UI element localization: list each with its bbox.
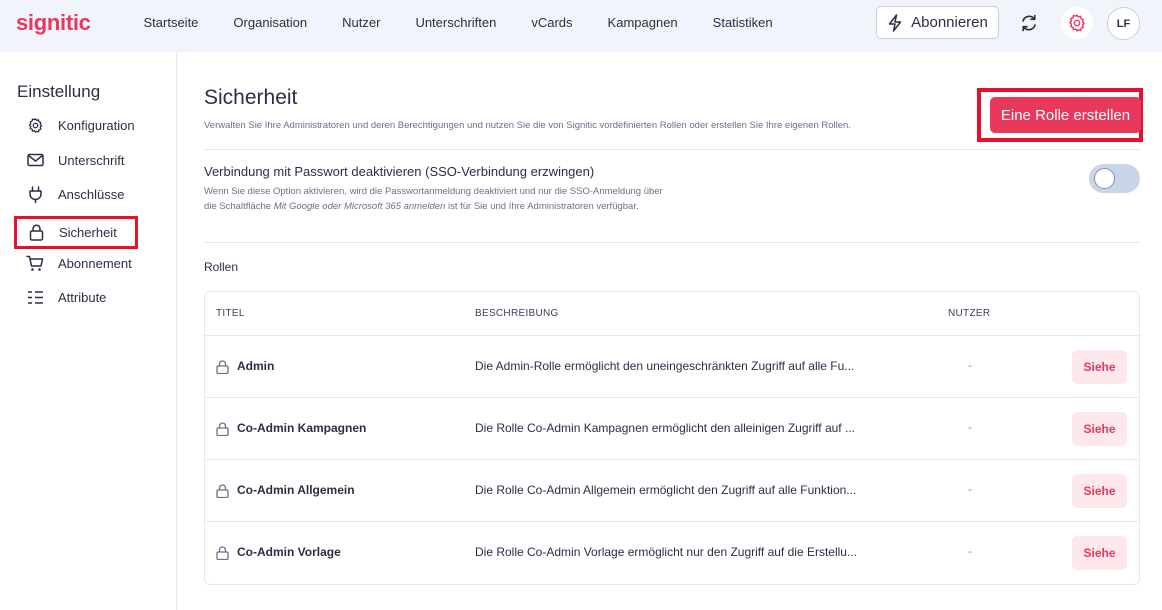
- sidebar-item-anschluesse[interactable]: Anschlüsse: [17, 180, 137, 208]
- sidebar-item-konfiguration[interactable]: Konfiguration: [17, 111, 137, 139]
- gear-icon: [1069, 14, 1085, 32]
- nav-organisation[interactable]: Organisation: [216, 15, 325, 30]
- view-role-button[interactable]: Siehe: [1072, 350, 1127, 384]
- sidebar-item-label: Sicherheit: [59, 225, 117, 240]
- sidebar-item-sicherheit[interactable]: Sicherheit: [14, 216, 138, 249]
- roles-section-label: Rollen: [204, 260, 239, 274]
- divider: [204, 242, 1140, 243]
- table-row: Co-Admin Kampagnen Die Rolle Co-Admin Ka…: [205, 397, 1139, 459]
- create-role-button[interactable]: Eine Rolle erstellen: [990, 97, 1141, 133]
- sso-option-description: Wenn Sie diese Option aktivieren, wird d…: [204, 184, 664, 214]
- role-description: Die Admin-Rolle ermöglicht den uneingesc…: [475, 359, 855, 373]
- role-title: Co-Admin Vorlage: [237, 545, 341, 559]
- sidebar-item-label: Attribute: [58, 289, 107, 305]
- subscribe-button[interactable]: Abonnieren: [876, 6, 999, 39]
- sso-option-title: Verbindung mit Passwort deaktivieren (SS…: [204, 164, 595, 179]
- nav-nutzer[interactable]: Nutzer: [325, 15, 398, 30]
- role-users: -: [968, 420, 972, 434]
- subscribe-label: Abonnieren: [911, 14, 988, 31]
- roles-table: TITEL BESCHREIBUNG NUTZER Admin Die Admi…: [204, 291, 1140, 585]
- role-users: -: [968, 544, 972, 558]
- view-role-button[interactable]: Siehe: [1072, 474, 1127, 508]
- sso-toggle[interactable]: [1089, 164, 1140, 193]
- nav-vcards[interactable]: vCards: [514, 15, 590, 30]
- table-row: Co-Admin Vorlage Die Rolle Co-Admin Vorl…: [205, 521, 1139, 583]
- view-role-button[interactable]: Siehe: [1072, 536, 1127, 570]
- nav-unterschriften[interactable]: Unterschriften: [398, 15, 514, 30]
- role-title: Co-Admin Kampagnen: [237, 421, 367, 435]
- nav-startseite[interactable]: Startseite: [126, 15, 216, 30]
- sidebar-title: Einstellung: [17, 82, 101, 101]
- role-description: Die Rolle Co-Admin Vorlage ermöglicht nu…: [475, 545, 857, 559]
- lock-icon: [216, 546, 229, 560]
- role-description: Die Rolle Co-Admin Allgemein ermöglicht …: [475, 483, 857, 497]
- toggle-knob: [1094, 168, 1115, 189]
- table-row: Admin Die Admin-Rolle ermöglicht den une…: [205, 335, 1139, 397]
- table-row: Co-Admin Allgemein Die Rolle Co-Admin Al…: [205, 459, 1139, 521]
- column-header-title: TITEL: [216, 308, 245, 319]
- sidebar-item-abonnement[interactable]: Abonnement: [17, 249, 137, 277]
- role-users: -: [968, 358, 972, 372]
- divider: [204, 149, 1140, 150]
- sidebar-item-attribute[interactable]: Attribute: [17, 283, 137, 311]
- lock-icon: [216, 360, 229, 374]
- settings-button[interactable]: [1061, 7, 1093, 39]
- column-header-description: BESCHREIBUNG: [475, 308, 559, 319]
- create-role-highlight: Eine Rolle erstellen: [977, 88, 1143, 142]
- settings-sidebar: Einstellung Konfiguration Unterschrift A…: [0, 52, 177, 610]
- refresh-icon: [1022, 14, 1036, 32]
- bolt-icon: [888, 13, 902, 32]
- main-nav: Startseite Organisation Nutzer Unterschr…: [126, 0, 790, 45]
- user-avatar[interactable]: LF: [1107, 7, 1140, 40]
- sidebar-item-label: Abonnement: [58, 255, 132, 271]
- role-description: Die Rolle Co-Admin Kampagnen ermöglicht …: [475, 421, 855, 435]
- gear-icon: [26, 116, 44, 134]
- sidebar-item-label: Anschlüsse: [58, 186, 125, 202]
- column-header-users: NUTZER: [948, 308, 991, 319]
- signitic-logo[interactable]: signitic: [16, 10, 91, 36]
- sidebar-item-label: Unterschrift: [58, 152, 125, 168]
- mail-icon: [26, 151, 44, 169]
- sso-desc-button-name: Mit Google oder Microsoft 365 anmelden: [273, 201, 446, 212]
- role-title: Co-Admin Allgemein: [237, 483, 355, 497]
- view-role-button[interactable]: Siehe: [1072, 412, 1127, 446]
- page-title: Sicherheit: [204, 86, 298, 109]
- sso-desc-text-end: ist für Sie und Ihre Administratoren ver…: [445, 201, 639, 212]
- page-subtitle: Verwalten Sie Ihre Administratoren und d…: [204, 120, 851, 131]
- sidebar-item-label: Konfiguration: [58, 117, 135, 133]
- top-bar: signitic Startseite Organisation Nutzer …: [0, 0, 1162, 52]
- refresh-button[interactable]: [1013, 7, 1045, 39]
- list-icon: [26, 288, 44, 306]
- cart-icon: [26, 254, 44, 272]
- nav-kampagnen[interactable]: Kampagnen: [590, 15, 695, 30]
- lock-icon: [27, 224, 45, 242]
- lock-icon: [216, 484, 229, 498]
- role-title: Admin: [237, 359, 275, 373]
- sidebar-item-unterschrift[interactable]: Unterschrift: [17, 146, 137, 174]
- role-users: -: [968, 482, 972, 496]
- plug-icon: [26, 185, 44, 203]
- nav-statistiken[interactable]: Statistiken: [695, 15, 790, 30]
- lock-icon: [216, 422, 229, 436]
